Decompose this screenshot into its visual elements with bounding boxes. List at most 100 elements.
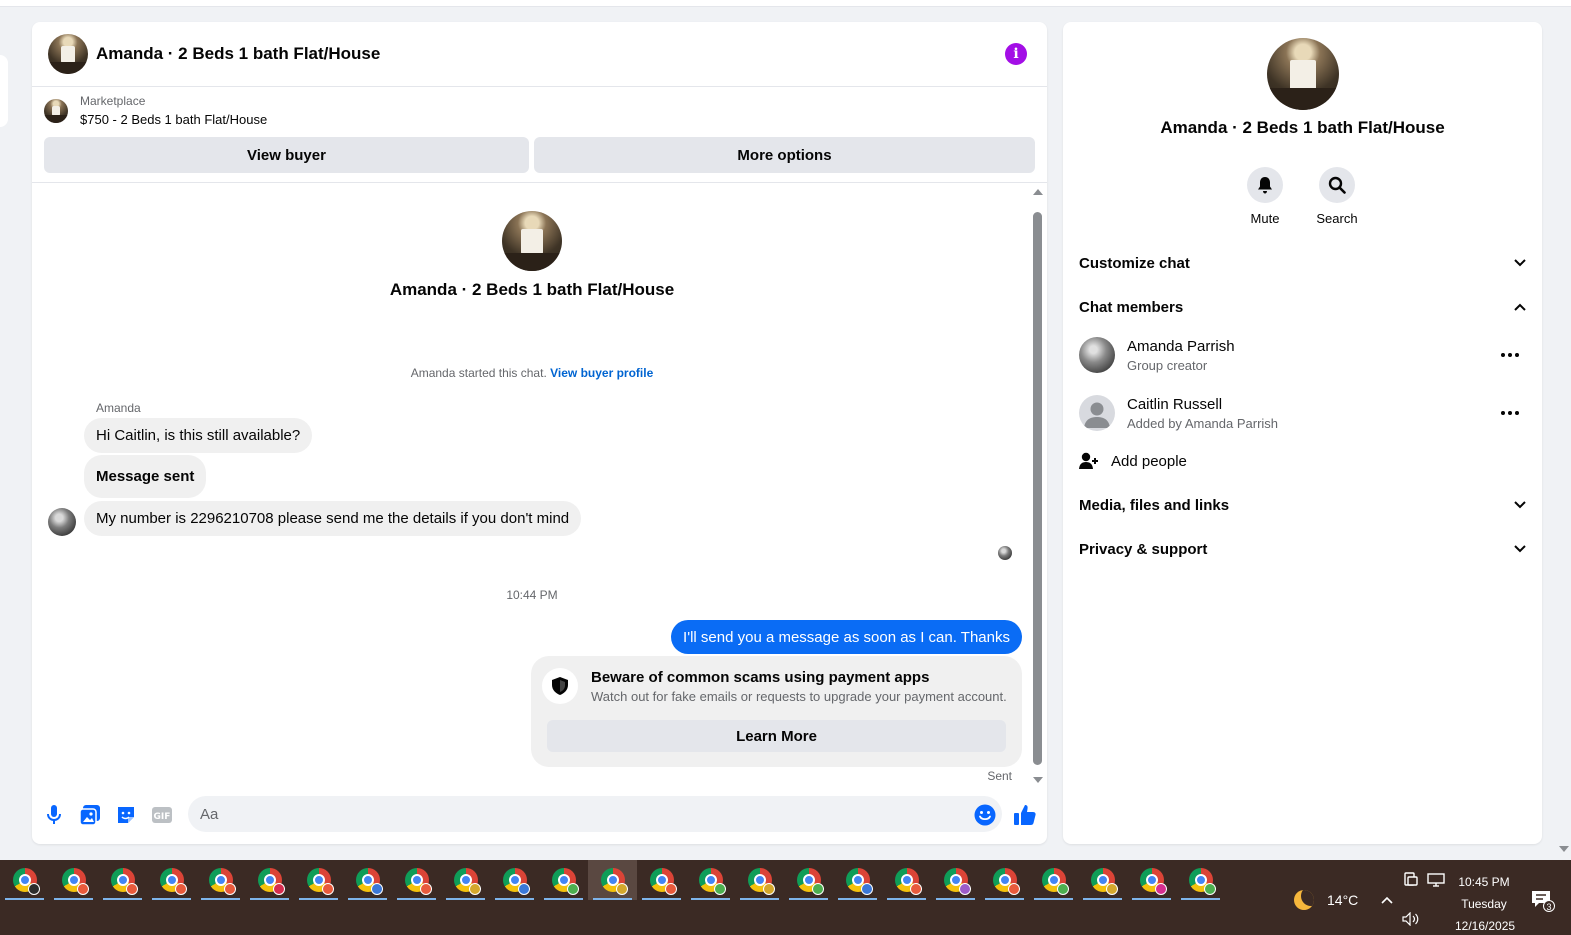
meet-now-icon[interactable] (1404, 872, 1418, 888)
sticker-icon[interactable] (116, 805, 136, 825)
chat-members-section[interactable]: Chat members (1079, 289, 1526, 325)
taskbar-chrome-window[interactable] (539, 860, 588, 900)
profile-badge-icon (615, 883, 628, 895)
left-sidebar-edge (0, 55, 8, 127)
view-buyer-button[interactable]: View buyer (44, 137, 529, 173)
taskbar-chrome-window[interactable] (1029, 860, 1078, 900)
taskbar-chrome-window[interactable] (833, 860, 882, 900)
window-open-indicator (789, 898, 828, 900)
window-open-indicator (985, 898, 1024, 900)
network-icon[interactable] (1427, 873, 1445, 887)
sender-name: Amanda (96, 401, 141, 415)
taskbar-chrome-window[interactable] (343, 860, 392, 900)
gif-icon[interactable]: GIF (152, 805, 172, 825)
thumbs-up-icon[interactable] (1013, 803, 1037, 827)
member-role: Added by Amanda Parrish (1127, 416, 1279, 431)
window-open-indicator (887, 898, 926, 900)
taskbar-chrome-window[interactable] (245, 860, 294, 900)
window-open-indicator (54, 898, 93, 900)
info-avatar[interactable] (1267, 38, 1339, 110)
profile-badge-icon (419, 883, 432, 895)
system-clock[interactable]: 10:45 PM Tuesday 12/16/2025 (1455, 871, 1515, 935)
intro-avatar (502, 211, 562, 271)
volume-icon[interactable] (1402, 912, 1420, 926)
chrome-icon (404, 868, 432, 895)
member-row[interactable]: Amanda Parrish Group creator (1079, 335, 1526, 375)
taskbar-chrome-window[interactable] (686, 860, 735, 900)
svg-text:GIF: GIF (154, 812, 171, 822)
marketplace-listing[interactable]: Marketplace $750 - 2 Beds 1 bath Flat/Ho… (44, 94, 267, 127)
view-buyer-profile-link[interactable]: View buyer profile (550, 366, 653, 380)
chevron-down-icon (1514, 501, 1526, 509)
chrome-icon (894, 868, 922, 895)
media-files-links-section[interactable]: Media, files and links (1079, 487, 1526, 523)
search-icon[interactable] (1319, 167, 1355, 203)
taskbar-chrome-window[interactable] (196, 860, 245, 900)
taskbar-chrome-window[interactable] (49, 860, 98, 900)
photo-gallery-icon[interactable] (80, 805, 100, 825)
taskbar-chrome-window[interactable] (980, 860, 1029, 900)
scroll-down-arrow-icon[interactable] (1033, 777, 1043, 783)
taskbar-chrome-window[interactable] (1176, 860, 1225, 900)
emoji-icon[interactable] (974, 804, 996, 826)
scroll-thumb[interactable] (1033, 212, 1042, 765)
taskbar-chrome-window[interactable] (392, 860, 441, 900)
taskbar-chrome-window[interactable] (294, 860, 343, 900)
intro-name: Amanda · 2 Beds 1 bath Flat/House (389, 280, 675, 299)
read-receipt-avatar (998, 546, 1012, 560)
page-scroll-down-icon[interactable] (1559, 846, 1569, 852)
taskbar-chrome-window[interactable] (98, 860, 147, 900)
bell-icon[interactable] (1247, 167, 1283, 203)
weather-widget[interactable]: 14°C (1294, 890, 1358, 910)
taskbar-chrome-window[interactable] (882, 860, 931, 900)
member-avatar[interactable] (1079, 337, 1115, 373)
add-people-button[interactable]: Add people (1079, 447, 1379, 475)
sender-avatar[interactable] (48, 508, 76, 536)
microphone-icon[interactable] (44, 805, 64, 825)
taskbar-chrome-window[interactable] (0, 860, 49, 900)
member-row[interactable]: Caitlin Russell Added by Amanda Parrish (1079, 393, 1526, 433)
chevron-up-icon[interactable] (1381, 894, 1393, 906)
search-action[interactable]: Search (1307, 167, 1367, 226)
taskbar-chrome-window[interactable] (588, 860, 637, 900)
notification-center[interactable]: 3 (1531, 890, 1557, 914)
taskbar-chrome-window[interactable] (441, 860, 490, 900)
message-composer: GIF (32, 790, 1047, 840)
chat-started-notice: Amanda started this chat. View buyer pro… (32, 366, 1032, 380)
taskbar-chrome-window[interactable] (637, 860, 686, 900)
taskbar-chrome-window[interactable] (1078, 860, 1127, 900)
incoming-message[interactable]: Message sent (84, 455, 207, 498)
profile-badge-icon (370, 883, 383, 895)
privacy-support-section[interactable]: Privacy & support (1079, 531, 1526, 567)
info-icon[interactable]: i (1005, 43, 1027, 65)
taskbar-chrome-window[interactable] (1127, 860, 1176, 900)
scroll-up-arrow-icon[interactable] (1033, 189, 1043, 195)
chat-avatar[interactable] (48, 34, 88, 74)
taskbar-chrome-window[interactable] (784, 860, 833, 900)
mute-action[interactable]: Mute (1235, 167, 1295, 226)
window-open-indicator (1083, 898, 1122, 900)
member-avatar[interactable] (1079, 395, 1115, 431)
more-options-button[interactable]: More options (534, 137, 1035, 173)
taskbar-chrome-window[interactable] (931, 860, 980, 900)
message-scrollbar[interactable] (1032, 187, 1044, 783)
incoming-message[interactable]: Hi Caitlin, is this still available? (84, 418, 313, 453)
learn-more-button[interactable]: Learn More (547, 720, 1006, 752)
window-open-indicator (348, 898, 387, 900)
chat-title[interactable]: Amanda · 2 Beds 1 bath Flat/House (96, 44, 380, 64)
more-options-icon[interactable] (1500, 403, 1520, 423)
chrome-icon (649, 868, 677, 895)
profile-badge-icon (811, 883, 824, 895)
more-options-icon[interactable] (1500, 345, 1520, 365)
taskbar-chrome-window[interactable] (147, 860, 196, 900)
message-input[interactable] (188, 796, 1002, 832)
taskbar-chrome-window[interactable] (490, 860, 539, 900)
customize-chat-section[interactable]: Customize chat (1079, 245, 1526, 281)
window-open-indicator (936, 898, 975, 900)
incoming-message[interactable]: My number is 2296210708 please send me t… (84, 501, 582, 536)
taskbar-chrome-window[interactable] (735, 860, 784, 900)
search-label: Search (1316, 211, 1358, 226)
window-open-indicator (740, 898, 779, 900)
outgoing-message[interactable]: I'll send you a message as soon as I can… (671, 620, 1022, 654)
profile-badge-icon (517, 883, 530, 895)
